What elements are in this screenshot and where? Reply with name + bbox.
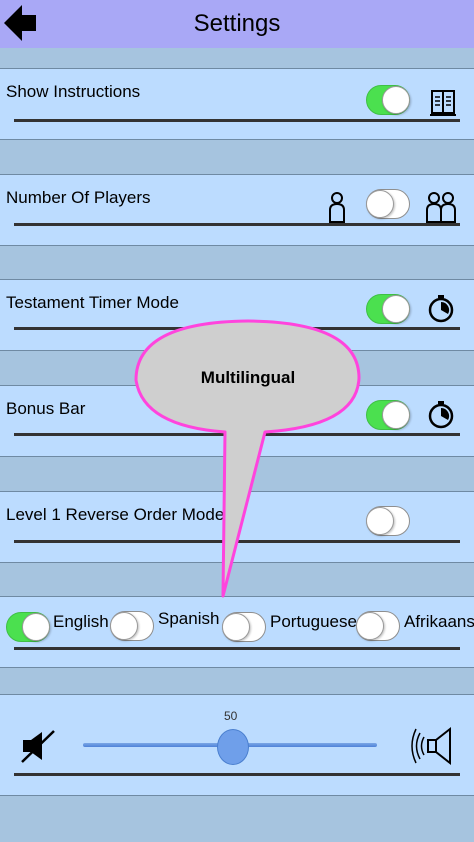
- page-title: Settings: [193, 10, 281, 37]
- volume-row: 50: [0, 694, 474, 796]
- language-toggle-english[interactable]: [6, 612, 50, 642]
- callout-text: Multilingual: [200, 368, 296, 387]
- bonus-bar-toggle[interactable]: [366, 400, 410, 430]
- divider-line: [14, 647, 460, 650]
- reverse-order-toggle[interactable]: [366, 506, 410, 536]
- setting-row-show-instructions: Show Instructions: [0, 68, 474, 140]
- mute-icon[interactable]: [20, 729, 56, 763]
- setting-label: Bonus Bar: [6, 399, 86, 418]
- language-toggle-afrikaans[interactable]: [356, 611, 400, 641]
- language-label-spanish: Spanish: [158, 609, 220, 628]
- language-toggle-spanish[interactable]: [110, 611, 154, 641]
- language-toggle-portuguese[interactable]: [222, 612, 266, 642]
- divider-line: [14, 773, 460, 776]
- book-icon: [430, 90, 456, 116]
- multilingual-callout: Multilingual: [133, 318, 363, 608]
- setting-label: Show Instructions: [6, 82, 141, 101]
- language-label-afrikaans: Afrikaans: [404, 612, 474, 631]
- show-instructions-toggle[interactable]: [366, 85, 410, 115]
- setting-label: Number Of Players: [6, 188, 151, 207]
- timer-icon: [428, 401, 454, 429]
- two-players-icon: [426, 192, 456, 223]
- single-player-icon: [329, 192, 345, 223]
- timer-mode-toggle[interactable]: [366, 294, 410, 324]
- setting-row-number-of-players: Number Of Players: [0, 174, 474, 246]
- divider-line: [14, 119, 460, 122]
- speaker-icon[interactable]: [406, 725, 454, 767]
- players-toggle[interactable]: [366, 189, 410, 219]
- header-bar: Settings: [0, 0, 474, 48]
- language-label-english: English: [53, 612, 109, 631]
- language-label-portuguese: Portuguese: [270, 612, 357, 631]
- volume-value: 50: [224, 709, 238, 723]
- divider-line: [14, 223, 460, 226]
- timer-icon: [428, 295, 454, 323]
- volume-slider-thumb[interactable]: [217, 729, 249, 765]
- setting-label: Testament Timer Mode: [6, 293, 179, 312]
